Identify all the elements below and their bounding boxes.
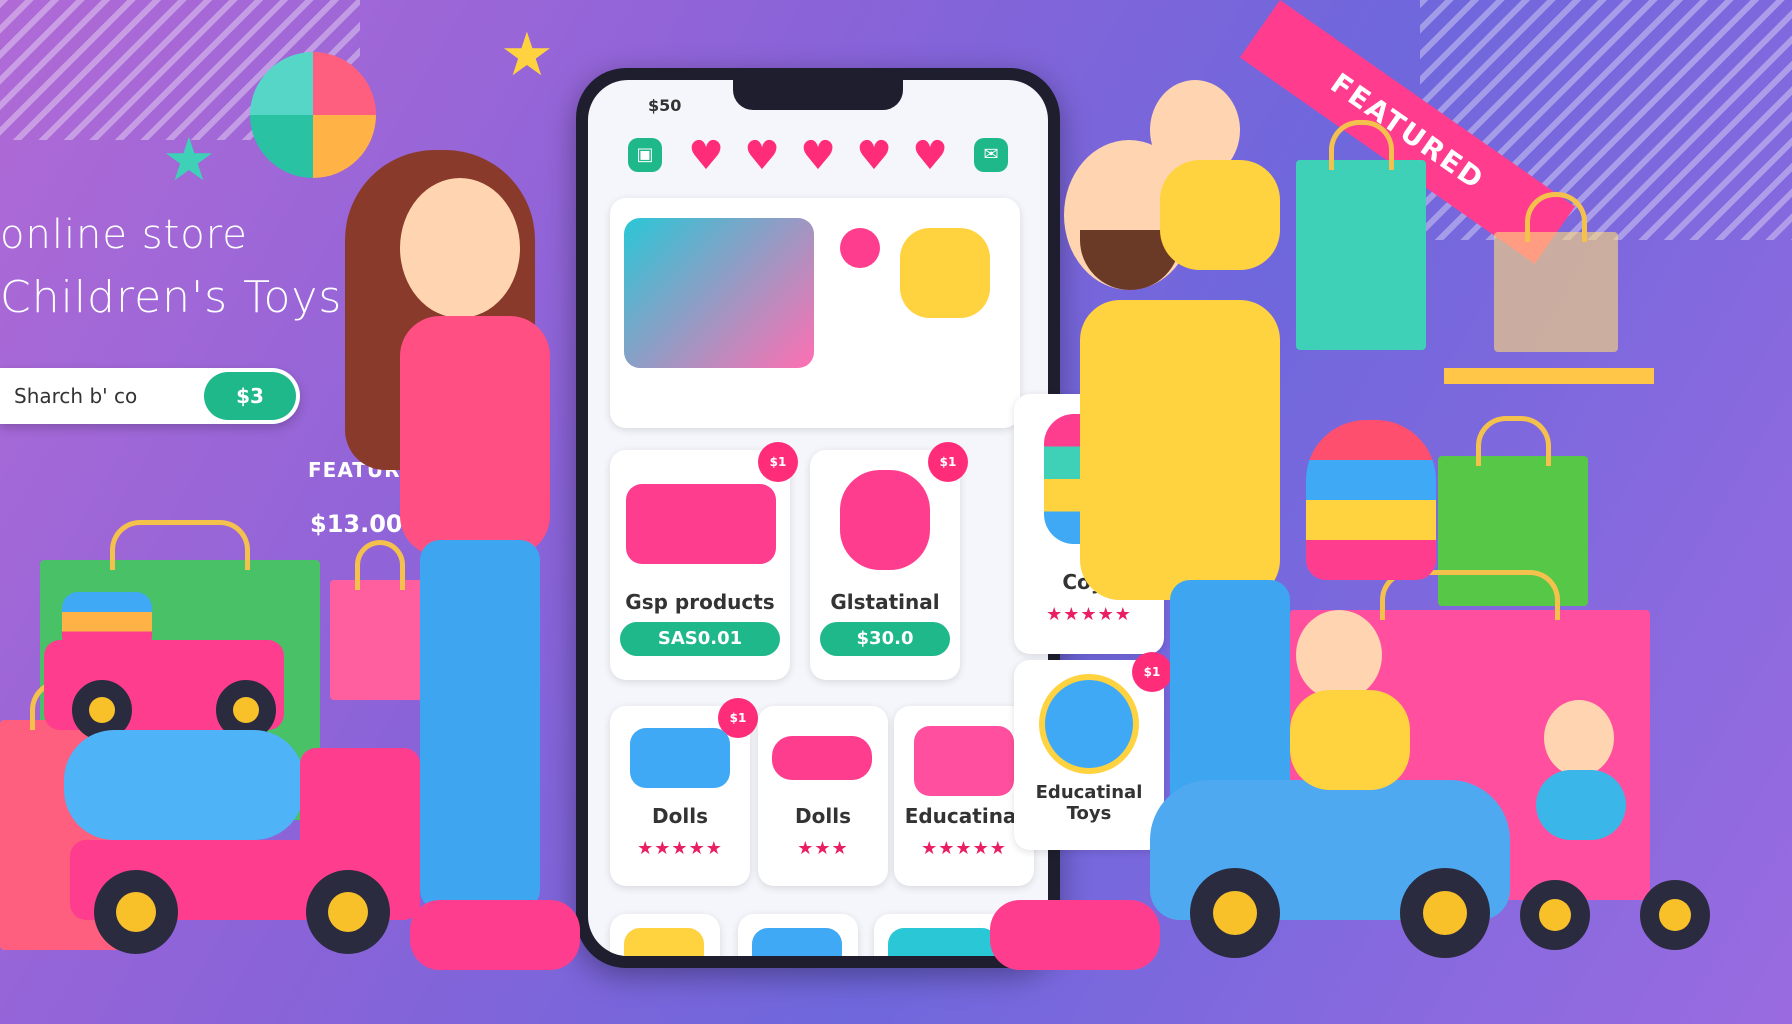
heart-icon[interactable]: ♥ bbox=[854, 136, 894, 176]
phone-notch bbox=[733, 80, 903, 110]
robot-toy-icon bbox=[840, 470, 930, 570]
doll-box-icon bbox=[624, 218, 814, 368]
toy-blocks-icon bbox=[62, 592, 152, 652]
star-icon: ★ bbox=[500, 20, 554, 90]
balloon-icon bbox=[250, 52, 376, 178]
toy-car-icon bbox=[410, 900, 580, 970]
toy-car-icon bbox=[772, 736, 872, 780]
wheel-icon bbox=[94, 870, 178, 954]
wheel-icon bbox=[306, 870, 390, 954]
shopping-cart-icon bbox=[630, 728, 730, 788]
product-card[interactable]: $1 Gsp products SAS0.01 bbox=[610, 442, 798, 680]
kid-shirt bbox=[1536, 770, 1626, 840]
phone-mockup: $50 ▣ ♥ ♥ ♥ ♥ ♥ ✉ $1 Gsp products SAS0.0… bbox=[576, 68, 1060, 968]
heart-icon[interactable]: ♥ bbox=[742, 136, 782, 176]
shopping-bag-icon bbox=[1296, 120, 1426, 350]
stacking-toy-icon bbox=[1306, 420, 1436, 580]
rattle-icon bbox=[840, 228, 880, 268]
product-card[interactable]: Educatinal ★★★★★ bbox=[894, 706, 1034, 886]
product-card[interactable]: $1 Educatinal Toys bbox=[1014, 652, 1172, 850]
man-shirt bbox=[1080, 300, 1280, 600]
cement-mixer-icon bbox=[64, 730, 304, 840]
shopping-bag-icon bbox=[1494, 192, 1618, 352]
store-title: online store bbox=[0, 212, 248, 258]
toy-box-icon bbox=[752, 928, 842, 956]
chat-icon[interactable]: ✉ bbox=[974, 138, 1008, 172]
status-time: $50 bbox=[648, 96, 682, 115]
product-card[interactable]: Dolls ★★★ bbox=[758, 706, 888, 886]
product-card[interactable] bbox=[610, 914, 720, 956]
store-subtitle: Children's Toys bbox=[0, 272, 343, 323]
toy-box-icon bbox=[624, 928, 704, 956]
product-name: Educatinal Toys bbox=[1035, 782, 1143, 824]
woman-jeans bbox=[420, 540, 540, 910]
toy-clock-icon bbox=[1039, 674, 1139, 774]
product-name: Dolls bbox=[795, 804, 851, 828]
product-card[interactable]: $1 Glstatinal $30.0 bbox=[810, 442, 968, 680]
wheel-icon bbox=[1190, 868, 1280, 958]
shelf bbox=[1444, 368, 1654, 384]
kid-shirt bbox=[1290, 690, 1410, 790]
child-shirt bbox=[1160, 160, 1280, 270]
doll-box-icon bbox=[888, 928, 998, 956]
woman-face bbox=[400, 178, 520, 318]
search-bar[interactable]: Sharch b' co $3 bbox=[0, 368, 300, 424]
search-placeholder: Sharch b' co bbox=[14, 384, 138, 408]
price-button[interactable]: $30.0 bbox=[820, 622, 950, 656]
price-badge: $1 bbox=[1132, 652, 1172, 692]
product-name: Dolls bbox=[652, 804, 708, 828]
product-name: Educatinal bbox=[904, 804, 1024, 828]
price-badge: $1 bbox=[928, 442, 968, 482]
search-button[interactable]: $3 bbox=[204, 372, 296, 420]
rating-stars: ★★★ bbox=[797, 838, 849, 859]
star-icon: ★ bbox=[162, 125, 216, 195]
rating-stars: ★★★★★ bbox=[921, 838, 1007, 859]
toy-bag-icon bbox=[914, 726, 1014, 796]
heart-icon[interactable]: ♥ bbox=[910, 136, 950, 176]
kid-face bbox=[1296, 610, 1382, 700]
sensory-toy-icon bbox=[900, 228, 990, 318]
featured-price: $13.00 bbox=[310, 510, 403, 538]
wheel-icon bbox=[1640, 880, 1710, 950]
heart-icon[interactable]: ♥ bbox=[798, 136, 838, 176]
bag-icon[interactable]: ▣ bbox=[628, 138, 662, 172]
price-button[interactable]: SAS0.01 bbox=[620, 622, 780, 656]
toy-car-icon bbox=[990, 900, 1160, 970]
wheel-icon bbox=[1520, 880, 1590, 950]
wheel-icon bbox=[1400, 868, 1490, 958]
rating-stars: ★★★★★ bbox=[1046, 604, 1132, 625]
product-card[interactable]: $1 Dolls ★★★★★ bbox=[610, 698, 758, 886]
toy-truck-icon bbox=[626, 484, 776, 564]
woman-shirt bbox=[400, 316, 550, 556]
kid-face bbox=[1544, 700, 1614, 776]
photo-frame bbox=[330, 540, 430, 700]
product-card[interactable] bbox=[610, 198, 1020, 428]
heart-icon[interactable]: ♥ bbox=[686, 136, 726, 176]
product-name: Glstatinal bbox=[830, 590, 940, 614]
price-badge: $1 bbox=[758, 442, 798, 482]
product-name: Gsp products bbox=[625, 590, 775, 614]
phone-screen: $50 ▣ ♥ ♥ ♥ ♥ ♥ ✉ $1 Gsp products SAS0.0… bbox=[588, 80, 1048, 956]
rating-stars: ★★★★★ bbox=[637, 838, 723, 859]
product-card[interactable] bbox=[738, 914, 858, 956]
